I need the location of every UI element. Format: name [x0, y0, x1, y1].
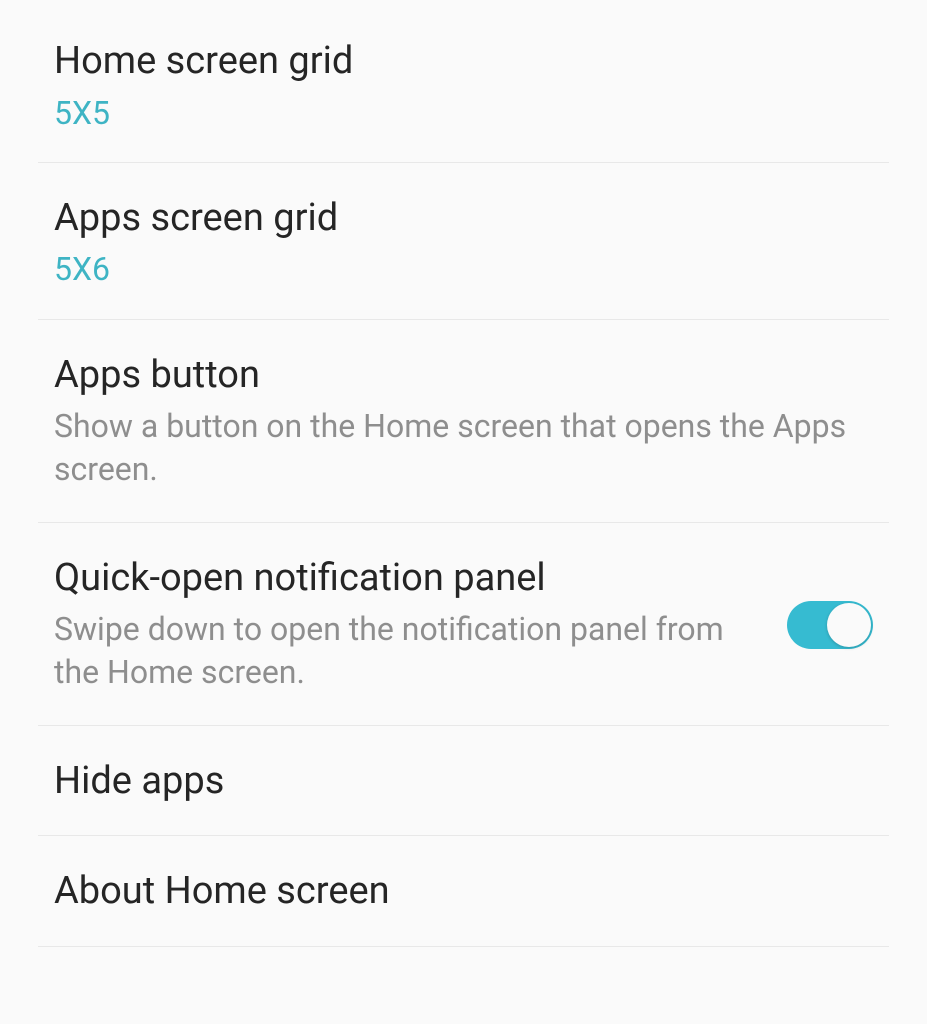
setting-title: Apps button [54, 352, 873, 400]
setting-title: Home screen grid [54, 38, 873, 86]
setting-title: Hide apps [54, 758, 873, 806]
quick-open-toggle[interactable] [787, 601, 873, 649]
setting-apps-button[interactable]: Apps button Show a button on the Home sc… [38, 320, 889, 523]
setting-home-screen-grid[interactable]: Home screen grid 5X5 [38, 0, 889, 163]
setting-text: Home screen grid 5X5 [54, 38, 873, 132]
setting-value: 5X5 [54, 94, 873, 132]
settings-list: Home screen grid 5X5 Apps screen grid 5X… [0, 0, 927, 947]
setting-text: About Home screen [54, 868, 873, 916]
setting-quick-open-notification[interactable]: Quick-open notification panel Swipe down… [38, 523, 889, 726]
setting-description: Show a button on the Home screen that op… [54, 405, 873, 491]
setting-text: Quick-open notification panel Swipe down… [54, 555, 767, 695]
setting-text: Apps screen grid 5X6 [54, 195, 873, 289]
setting-description: Swipe down to open the notification pane… [54, 608, 767, 694]
setting-text: Hide apps [54, 758, 873, 806]
setting-title: About Home screen [54, 868, 873, 916]
setting-title: Apps screen grid [54, 195, 873, 243]
setting-text: Apps button Show a button on the Home sc… [54, 352, 873, 492]
setting-apps-screen-grid[interactable]: Apps screen grid 5X6 [38, 163, 889, 320]
setting-about-home-screen[interactable]: About Home screen [38, 836, 889, 947]
setting-value: 5X6 [54, 250, 873, 288]
setting-title: Quick-open notification panel [54, 555, 767, 603]
setting-hide-apps[interactable]: Hide apps [38, 726, 889, 837]
toggle-knob [827, 603, 871, 647]
